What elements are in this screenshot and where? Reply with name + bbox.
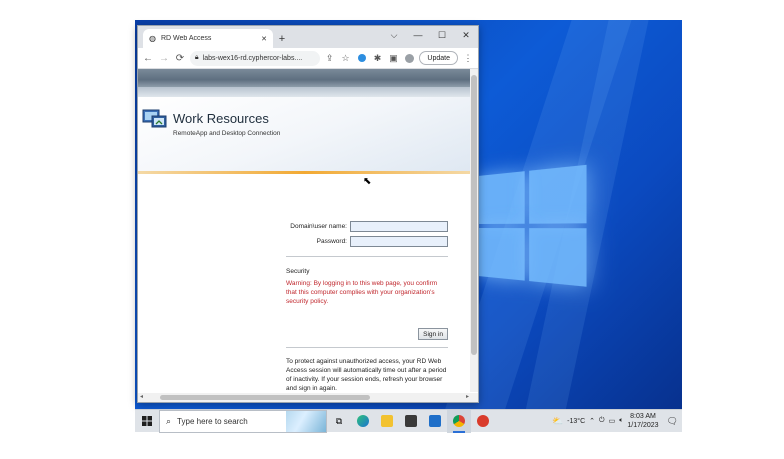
vertical-scrollbar[interactable] [470,69,478,392]
new-tab-button[interactable]: + [273,29,291,48]
remoteapp-logo-icon [142,109,167,128]
windows-start-icon [142,416,152,426]
menu-icon[interactable]: ⋮ [462,51,474,65]
password-row: Password: [286,234,448,249]
lock-icon: 🔒︎ [194,54,199,61]
password-label: Password: [316,238,347,245]
clock-date: 1/17/2023 [627,422,659,429]
web-content: Work Resources RemoteApp and Desktop Con… [138,69,471,392]
divider [286,256,448,257]
weather-temp[interactable]: -13°C [567,418,585,425]
search-placeholder: Type here to search [177,416,248,426]
security-warning: Warning: By logging in to this web page,… [286,280,438,305]
password-input[interactable] [350,236,448,247]
network-icon[interactable]: ▭ [609,417,616,425]
search-highlight-image [286,410,326,432]
accent-divider [138,171,471,174]
start-button[interactable] [135,410,159,433]
tab-rd-web-access[interactable]: ◍ RD Web Access ✕ [143,29,273,48]
horizontal-scroll-thumb[interactable] [160,395,370,400]
address-bar[interactable]: 🔒︎ labs-wex16-rd.cyphercor-labs.... [189,50,320,66]
app-red-icon[interactable] [471,410,495,433]
screen: ◍ RD Web Access ✕ + ⌵ — ☐ ✕ ← → ⟳ 🔒︎ lab… [0,0,784,459]
divider [286,347,448,348]
power-icon[interactable]: ⏻ [599,417,605,425]
horizontal-scrollbar[interactable]: ◂ ▸ [138,393,478,402]
tab-title: RD Web Access [160,35,212,42]
mouse-cursor-icon: ⬉ [363,176,372,187]
security-heading: Security [286,268,310,275]
chrome-icon[interactable] [447,409,471,433]
page-title: Work Resources [173,111,269,126]
taskbar-search[interactable]: ⌕ Type here to search [159,409,327,433]
extension-blue-icon[interactable] [356,51,368,65]
header-subband [138,87,471,97]
url-text: labs-wex16-rd.cyphercor-labs.... [202,54,303,62]
update-button[interactable]: Update [419,51,458,65]
signin-row: Sign in [286,328,448,340]
clock-time: 8:03 AM [630,413,656,420]
side-panel-icon[interactable]: ▣ [387,51,399,65]
windows-logo-icon [478,164,589,290]
browser-window: ◍ RD Web Access ✕ + ⌵ — ☐ ✕ ← → ⟳ 🔒︎ lab… [137,25,479,403]
bookmark-star-icon[interactable]: ☆ [340,51,352,65]
globe-icon: ◍ [149,34,156,43]
maximize-button[interactable]: ☐ [430,26,454,44]
mail-icon[interactable] [423,410,447,433]
minimize-button[interactable]: — [406,26,430,44]
task-view-icon[interactable]: ⧉ [327,410,351,433]
timeout-notice: To protect against unauthorized access, … [286,358,447,392]
window-controls: ⌵ — ☐ ✕ [382,26,478,44]
scroll-right-icon[interactable]: ▸ [466,393,469,400]
search-icon: ⌕ [166,415,172,426]
domain-user-input[interactable] [350,221,448,232]
file-explorer-icon[interactable] [375,410,399,433]
volume-icon[interactable]: 🔈︎ [619,417,623,425]
back-button[interactable]: ← [142,51,154,65]
clock[interactable]: 8:03 AM 1/17/2023 [627,412,658,430]
vertical-scroll-thumb[interactable] [471,75,477,355]
notification-icon[interactable]: 🗨︎ [667,416,678,427]
banner: Work Resources RemoteApp and Desktop Con… [138,97,471,171]
forward-button[interactable]: → [158,51,170,65]
taskbar: ⌕ Type here to search ⧉ ⛅ -13°C ⌃ ⏻ ▭ 🔈︎… [135,409,682,433]
header-band [138,69,471,87]
page-subtitle: RemoteApp and Desktop Connection [173,130,281,137]
share-icon[interactable]: ⇪ [324,51,336,65]
close-tab-icon[interactable]: ✕ [261,35,267,43]
profile-avatar-icon[interactable] [403,51,415,65]
domain-label: Domain\user name: [290,223,347,230]
domain-row: Domain\user name: [286,219,448,234]
tab-search-icon[interactable]: ⌵ [382,26,406,44]
tab-strip: ◍ RD Web Access ✕ + ⌵ — ☐ ✕ [138,26,478,48]
scroll-left-icon[interactable]: ◂ [140,393,143,400]
reload-button[interactable]: ⟳ [174,51,186,65]
weather-icon[interactable]: ⛅ [552,416,563,427]
system-tray: ⛅ -13°C ⌃ ⏻ ▭ 🔈︎ 8:03 AM 1/17/2023 🗨︎ [552,410,682,433]
puzzle-icon[interactable]: ✱ [372,51,384,65]
chevron-up-icon[interactable]: ⌃ [589,417,595,425]
browser-toolbar: ← → ⟳ 🔒︎ labs-wex16-rd.cyphercor-labs...… [138,48,478,69]
close-window-button[interactable]: ✕ [454,26,478,44]
sign-in-button[interactable]: Sign in [418,328,448,340]
edge-icon[interactable] [351,410,375,433]
login-form: Domain\user name: Password: Security War… [286,219,448,392]
store-icon[interactable] [399,410,423,433]
